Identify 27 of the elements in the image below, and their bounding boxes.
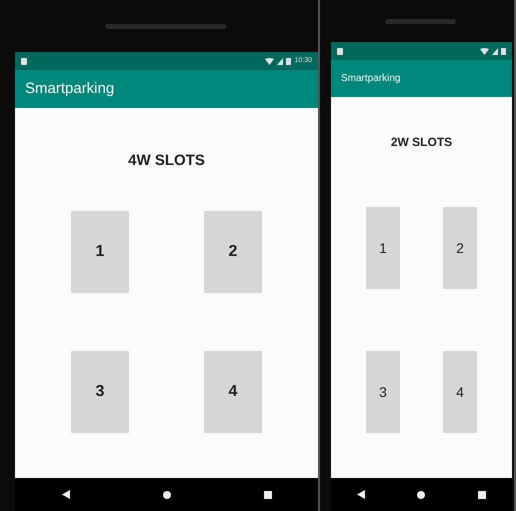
recents-icon[interactable] (478, 490, 486, 498)
battery-icon (501, 47, 506, 55)
back-icon[interactable] (62, 490, 70, 499)
wifi-icon (480, 48, 489, 54)
slot-button[interactable]: 3 (366, 351, 400, 433)
slot-button[interactable]: 1 (71, 210, 129, 292)
notification-icon (21, 58, 27, 64)
slots-heading: 4W SLOTS (128, 151, 205, 171)
battery-icon (286, 57, 292, 65)
slot-button[interactable]: 1 (366, 207, 400, 289)
slot-button[interactable]: 2 (204, 210, 262, 292)
recents-icon[interactable] (264, 490, 272, 498)
slot-button[interactable]: 4 (443, 351, 477, 433)
slot-button[interactable]: 3 (71, 350, 129, 432)
slots-heading: 2W SLOTS (390, 134, 452, 151)
back-icon[interactable] (357, 490, 366, 499)
home-icon[interactable] (417, 490, 426, 498)
notification-icon (337, 48, 343, 54)
app-title: Smartparking (341, 72, 400, 86)
slot-button[interactable]: 4 (204, 350, 262, 432)
wifi-icon (265, 58, 274, 64)
app-title: Smartparking (25, 78, 114, 99)
home-icon[interactable] (162, 490, 170, 498)
slot-button[interactable]: 2 (443, 207, 477, 289)
signal-icon (277, 58, 284, 64)
signal-icon (492, 48, 498, 54)
speaker-grille (384, 18, 456, 24)
